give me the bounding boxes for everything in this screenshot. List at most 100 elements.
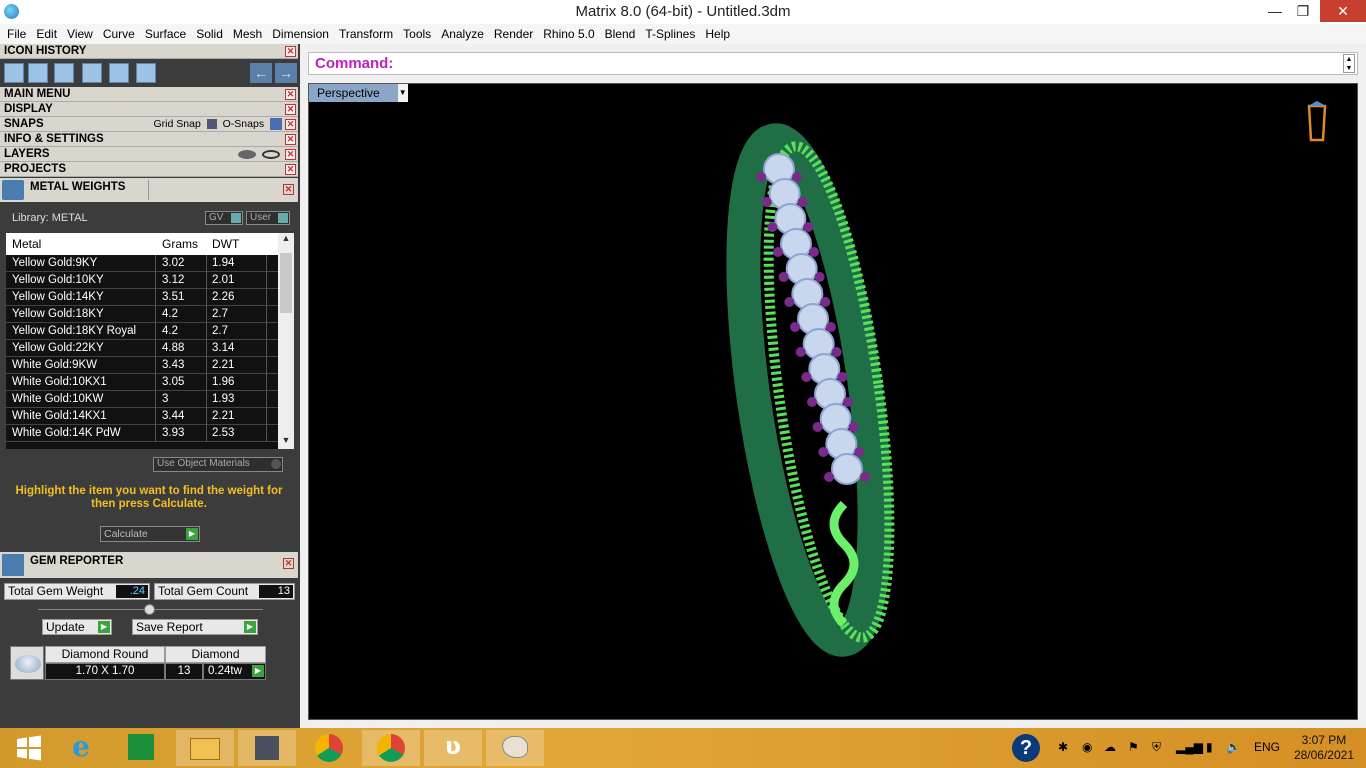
- menu-item-t-splines[interactable]: T-Splines: [640, 27, 700, 41]
- use-object-materials-toggle[interactable]: Use Object Materials: [153, 457, 283, 472]
- menu-item-render[interactable]: Render: [489, 27, 538, 41]
- layer-toggle-icon[interactable]: [238, 150, 256, 159]
- grid-snap-label[interactable]: Grid Snap: [154, 118, 201, 130]
- menu-item-view[interactable]: View: [62, 27, 98, 41]
- menu-item-edit[interactable]: Edit: [31, 27, 62, 41]
- column-grams[interactable]: Grams: [162, 237, 198, 251]
- table-row[interactable]: Yellow Gold:18KY Royal 4.2 2.7: [6, 323, 278, 340]
- update-button[interactable]: Update ▶: [42, 619, 112, 635]
- scroll-up-icon[interactable]: ▲: [278, 233, 294, 247]
- close-icon[interactable]: ✕: [285, 134, 296, 145]
- close-icon[interactable]: ✕: [285, 119, 296, 130]
- main-menu-header[interactable]: MAIN MENU ✕: [0, 87, 298, 102]
- perspective-viewport[interactable]: Perspective ▼: [308, 83, 1358, 720]
- metal-table-scrollbar[interactable]: ▲ ▼: [278, 233, 294, 449]
- menu-item-blend[interactable]: Blend: [600, 27, 641, 41]
- table-row[interactable]: Yellow Gold:22KY 4.88 3.14: [6, 340, 278, 357]
- layers-header[interactable]: LAYERS ✕: [0, 147, 298, 162]
- play-icon[interactable]: ▶: [252, 665, 264, 677]
- eye-icon[interactable]: [262, 150, 280, 159]
- snaps-header[interactable]: SNAPS Grid Snap O-Snaps ✕: [0, 117, 298, 132]
- file-explorer-icon[interactable]: [176, 730, 234, 766]
- record-icon[interactable]: [136, 63, 156, 83]
- calculate-button[interactable]: Calculate ▶: [100, 526, 200, 542]
- menu-item-curve[interactable]: Curve: [98, 27, 140, 41]
- clock[interactable]: 3:07 PM 28/06/2021: [1294, 733, 1354, 763]
- viewport-label[interactable]: Perspective ▼: [309, 84, 408, 102]
- lantern-icon[interactable]: [1305, 100, 1329, 144]
- beats-icon[interactable]: ◉: [1082, 740, 1092, 754]
- table-row[interactable]: White Gold:9KW 3.43 2.21: [6, 357, 278, 374]
- menu-item-tools[interactable]: Tools: [398, 27, 436, 41]
- copy-icon[interactable]: [109, 63, 129, 83]
- back-arrow-icon[interactable]: ←: [250, 63, 272, 83]
- ie-icon[interactable]: e: [52, 730, 110, 766]
- volume-icon[interactable]: 🔈: [1226, 740, 1241, 754]
- flag-icon[interactable]: ⚑: [1128, 740, 1139, 754]
- network-icon[interactable]: ▂▄▆: [1176, 740, 1203, 754]
- command-bar[interactable]: Command: ▲ ▼: [308, 52, 1358, 75]
- o-snaps-toggle[interactable]: [270, 118, 282, 131]
- close-icon[interactable]: ✕: [285, 149, 296, 160]
- menu-item-mesh[interactable]: Mesh: [228, 27, 267, 41]
- paint-icon[interactable]: [486, 730, 544, 766]
- gem-list-row[interactable]: Diamond Round Diamond 1.70 X 1.70 13 0.2…: [10, 646, 266, 680]
- table-row[interactable]: White Gold:10KX1 3.05 1.96: [6, 374, 278, 391]
- store-icon[interactable]: [112, 730, 170, 766]
- close-button[interactable]: ✕: [1320, 0, 1366, 22]
- chevron-down-icon[interactable]: ▼: [397, 84, 408, 102]
- table-row[interactable]: Yellow Gold:14KY 3.51 2.26: [6, 289, 278, 306]
- table-row[interactable]: Yellow Gold:10KY 3.12 2.01: [6, 272, 278, 289]
- column-dwt[interactable]: DWT: [212, 237, 239, 251]
- slider-handle[interactable]: [144, 604, 155, 615]
- shield-icon[interactable]: ⛨: [1152, 740, 1161, 755]
- gv-button[interactable]: GV: [205, 211, 243, 225]
- table-row[interactable]: White Gold:14KX1 3.44 2.21: [6, 408, 278, 425]
- menu-item-analyze[interactable]: Analyze: [436, 27, 489, 41]
- table-row[interactable]: White Gold:14K PdW 3.93 2.53: [6, 425, 278, 442]
- icon-history-header[interactable]: ICON HISTORY ✕: [0, 44, 298, 59]
- restore-button[interactable]: ❐: [1288, 0, 1318, 22]
- bluetooth-icon[interactable]: ✱: [1058, 740, 1068, 754]
- battery-icon[interactable]: ▮: [1206, 740, 1213, 754]
- menu-item-file[interactable]: File: [2, 27, 31, 41]
- menu-item-surface[interactable]: Surface: [140, 27, 191, 41]
- close-icon[interactable]: ✕: [283, 184, 294, 195]
- menu-item-solid[interactable]: Solid: [191, 27, 228, 41]
- scroll-thumb[interactable]: [280, 253, 292, 313]
- close-icon[interactable]: ✕: [283, 558, 294, 569]
- chrome-icon[interactable]: [362, 730, 420, 766]
- close-icon[interactable]: ✕: [285, 89, 296, 100]
- chrome-icon[interactable]: [300, 730, 358, 766]
- start-button[interactable]: [0, 730, 58, 766]
- save-report-button[interactable]: Save Report ▶: [132, 619, 258, 635]
- grid-snap-toggle[interactable]: [206, 119, 217, 130]
- minimize-button[interactable]: —: [1260, 0, 1290, 22]
- vsco-icon[interactable]: ʋ: [424, 730, 482, 766]
- command-spinner[interactable]: ▲ ▼: [1343, 54, 1355, 73]
- help-icon[interactable]: ?: [1012, 734, 1040, 762]
- forward-arrow-icon[interactable]: →: [275, 63, 297, 83]
- close-icon[interactable]: ✕: [285, 104, 296, 115]
- scroll-down-icon[interactable]: ▼: [278, 435, 294, 449]
- save-icon[interactable]: [4, 63, 24, 83]
- table-icon[interactable]: [82, 63, 102, 83]
- gem-icon[interactable]: [54, 63, 74, 83]
- info-settings-header[interactable]: INFO & SETTINGS ✕: [0, 132, 298, 147]
- language-indicator[interactable]: ENG: [1254, 740, 1280, 754]
- matrix-app-icon[interactable]: [238, 730, 296, 766]
- column-metal[interactable]: Metal: [12, 237, 41, 251]
- table-row[interactable]: White Gold:10KW 3 1.93: [6, 391, 278, 408]
- close-icon[interactable]: ✕: [285, 164, 296, 175]
- menu-item-transform[interactable]: Transform: [334, 27, 398, 41]
- menu-item-rhino-5-0[interactable]: Rhino 5.0: [538, 27, 599, 41]
- close-icon[interactable]: ✕: [285, 46, 296, 57]
- menu-item-dimension[interactable]: Dimension: [267, 27, 334, 41]
- projects-header[interactable]: PROJECTS ✕: [0, 162, 298, 177]
- table-row[interactable]: Yellow Gold:18KY 4.2 2.7: [6, 306, 278, 323]
- display-header[interactable]: DISPLAY ✕: [0, 102, 298, 117]
- user-button[interactable]: User: [246, 211, 290, 225]
- menu-item-help[interactable]: Help: [700, 27, 735, 41]
- onedrive-icon[interactable]: ☁: [1104, 740, 1116, 754]
- o-snaps-label[interactable]: O-Snaps: [223, 118, 264, 130]
